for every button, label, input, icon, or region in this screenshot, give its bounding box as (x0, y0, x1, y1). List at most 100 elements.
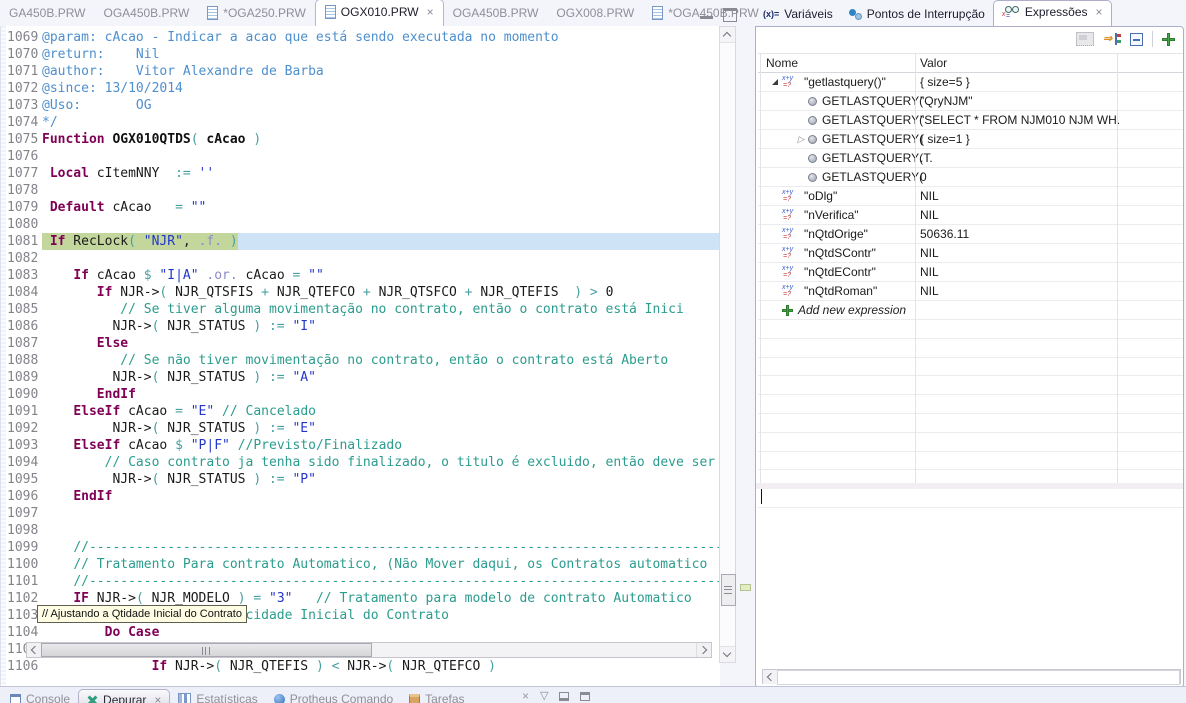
table-row[interactable]: ▷GETLASTQUERY({ size=1 } (758, 130, 1183, 149)
close-icon[interactable]: × (154, 693, 161, 703)
line-number[interactable]: 1079 (1, 199, 40, 216)
line-number[interactable]: 1104 (1, 624, 40, 641)
line-number[interactable]: 1096 (1, 488, 40, 505)
empty-row[interactable] (758, 433, 1183, 452)
scroll-up-icon[interactable] (720, 27, 735, 43)
line-number[interactable]: 1098 (1, 522, 40, 539)
scroll-down-icon[interactable] (720, 646, 735, 662)
line-number[interactable]: 1091 (1, 403, 40, 420)
line-number[interactable]: 1101 (1, 573, 40, 590)
horizontal-scrollbar-thumb[interactable] (777, 670, 1180, 685)
line-number[interactable]: 1081 (1, 233, 40, 250)
scroll-left-icon[interactable] (763, 670, 778, 684)
table-row[interactable]: x+y=?"oDlg"NIL (758, 187, 1183, 206)
filter-icon[interactable]: ▽ (540, 690, 548, 702)
line-number[interactable]: 1075 (1, 131, 40, 148)
panel-tab-express-es[interactable]: x=Expressões× (993, 0, 1112, 26)
editor-tab-oga450bprw[interactable]: OGA450B.PRW (94, 1, 198, 26)
empty-row[interactable] (758, 339, 1183, 358)
close-icon[interactable]: × (427, 5, 434, 19)
line-number[interactable]: 1074 (1, 114, 40, 131)
minimize-view-icon[interactable] (700, 8, 713, 19)
table-row[interactable]: GETLASTQUERY(0 (758, 168, 1183, 187)
empty-row[interactable] (758, 414, 1183, 433)
add-expression-row[interactable]: Add new expression (758, 301, 1183, 320)
line-number[interactable]: 1078 (1, 182, 40, 199)
bottom-tab-console[interactable]: Console (2, 689, 78, 703)
line-number[interactable]: 1086 (1, 318, 40, 335)
empty-row[interactable] (758, 320, 1183, 339)
code-editor[interactable]: 1069@param: cAcao - Indicar a acao que e… (0, 26, 720, 686)
table-row[interactable]: GETLASTQUERY("QryNJM" (758, 92, 1183, 111)
bottom-tab-protheus-comando[interactable]: Protheus Comando (266, 689, 401, 703)
clear-icon[interactable]: × (522, 690, 529, 702)
empty-row[interactable] (758, 395, 1183, 414)
line-number[interactable]: 1080 (1, 216, 40, 233)
line-number[interactable]: 1088 (1, 352, 40, 369)
line-number[interactable]: 1070 (1, 46, 40, 63)
scroll-right-icon[interactable] (696, 643, 711, 657)
line-number[interactable]: 1100 (1, 556, 40, 573)
bottom-tab-estat-sticas[interactable]: Estatísticas (170, 689, 265, 703)
empty-row[interactable] (758, 489, 1183, 508)
table-row[interactable]: x+y=?"nQtdRoman"NIL (758, 282, 1183, 301)
line-number[interactable]: 1106 (1, 658, 40, 675)
line-number[interactable]: 1093 (1, 437, 40, 454)
editor-tab-ogx008prw[interactable]: OGX008.PRW (547, 1, 643, 26)
maxpane-icon[interactable] (580, 692, 590, 701)
table-row[interactable]: x+y=?"getlastquery()"{ size=5 } (758, 73, 1183, 92)
line-number[interactable]: 1077 (1, 165, 40, 182)
line-number[interactable]: 1094 (1, 454, 40, 471)
expanded-triangle-icon[interactable] (772, 79, 778, 85)
column-header-valor[interactable]: Valor (920, 56, 947, 70)
table-row[interactable]: GETLASTQUERY("SELECT * FROM NJM010 NJM W… (758, 111, 1183, 130)
line-number[interactable]: 1103 (1, 607, 40, 624)
editor-tab-ogx010prw[interactable]: OGX010.PRW× (315, 0, 444, 26)
table-row[interactable]: x+y=?"nQtdSContr"NIL (758, 244, 1183, 263)
line-number[interactable]: 1102 (1, 590, 40, 607)
editor-tab-oga250prw[interactable]: *OGA250.PRW (198, 1, 314, 26)
editor-vertical-scrollbar[interactable] (719, 26, 736, 663)
collapse-all-icon[interactable] (1130, 33, 1143, 46)
horizontal-scrollbar-thumb[interactable] (41, 643, 372, 657)
empty-row[interactable] (758, 358, 1183, 377)
column-header-nome[interactable]: Nome (766, 56, 798, 70)
expand-slot[interactable] (768, 79, 782, 85)
line-number[interactable]: 1071 (1, 63, 40, 80)
panel-tab-vari-veis[interactable]: (x)=Variáveis (755, 3, 841, 26)
line-number[interactable]: 1099 (1, 539, 40, 556)
close-icon[interactable]: × (1096, 5, 1103, 19)
line-number[interactable]: 1097 (1, 505, 40, 522)
editor-tab-oga450bprw[interactable]: OGA450B.PRW (444, 1, 548, 26)
empty-row[interactable] (758, 452, 1183, 471)
add-expression-icon[interactable] (1162, 33, 1175, 46)
table-row[interactable]: x+y=?"nQtdEContr"NIL (758, 263, 1183, 282)
line-number[interactable]: 1095 (1, 471, 40, 488)
editor-tab-ga450bprw[interactable]: GA450B.PRW (0, 1, 94, 26)
bottom-tab-tarefas[interactable]: Tarefas (401, 689, 472, 703)
table-row[interactable]: x+y=?"nQtdOrige"50636.11 (758, 225, 1183, 244)
editor-horizontal-scrollbar[interactable] (26, 642, 712, 658)
add-icon[interactable] (782, 305, 793, 316)
line-number[interactable]: 1076 (1, 148, 40, 165)
detail-pane-divider[interactable] (756, 483, 1183, 489)
line-number[interactable]: 1083 (1, 267, 40, 284)
line-number[interactable]: 1087 (1, 335, 40, 352)
line-number[interactable]: 1092 (1, 420, 40, 437)
table-row[interactable]: GETLASTQUERY(.T. (758, 149, 1183, 168)
collapsed-triangle-icon[interactable]: ▷ (798, 135, 805, 144)
table-row[interactable]: x+y=?"nVerifica"NIL (758, 206, 1183, 225)
line-number[interactable]: 1084 (1, 284, 40, 301)
empty-row[interactable] (758, 376, 1183, 395)
maximize-view-icon[interactable] (723, 8, 737, 22)
line-number[interactable]: 1090 (1, 386, 40, 403)
line-number[interactable]: 1073 (1, 97, 40, 114)
expand-slot[interactable]: ▷ (794, 135, 808, 144)
logical-structure-icon[interactable]: ⇒ (1103, 33, 1121, 46)
scroll-left-icon[interactable] (27, 643, 42, 657)
line-number[interactable]: 1069 (1, 29, 40, 46)
bottom-tab-depurar[interactable]: Depurar× (78, 689, 170, 703)
line-number[interactable]: 1089 (1, 369, 40, 386)
vertical-scrollbar-thumb[interactable] (721, 574, 736, 606)
line-number[interactable]: 1085 (1, 301, 40, 318)
